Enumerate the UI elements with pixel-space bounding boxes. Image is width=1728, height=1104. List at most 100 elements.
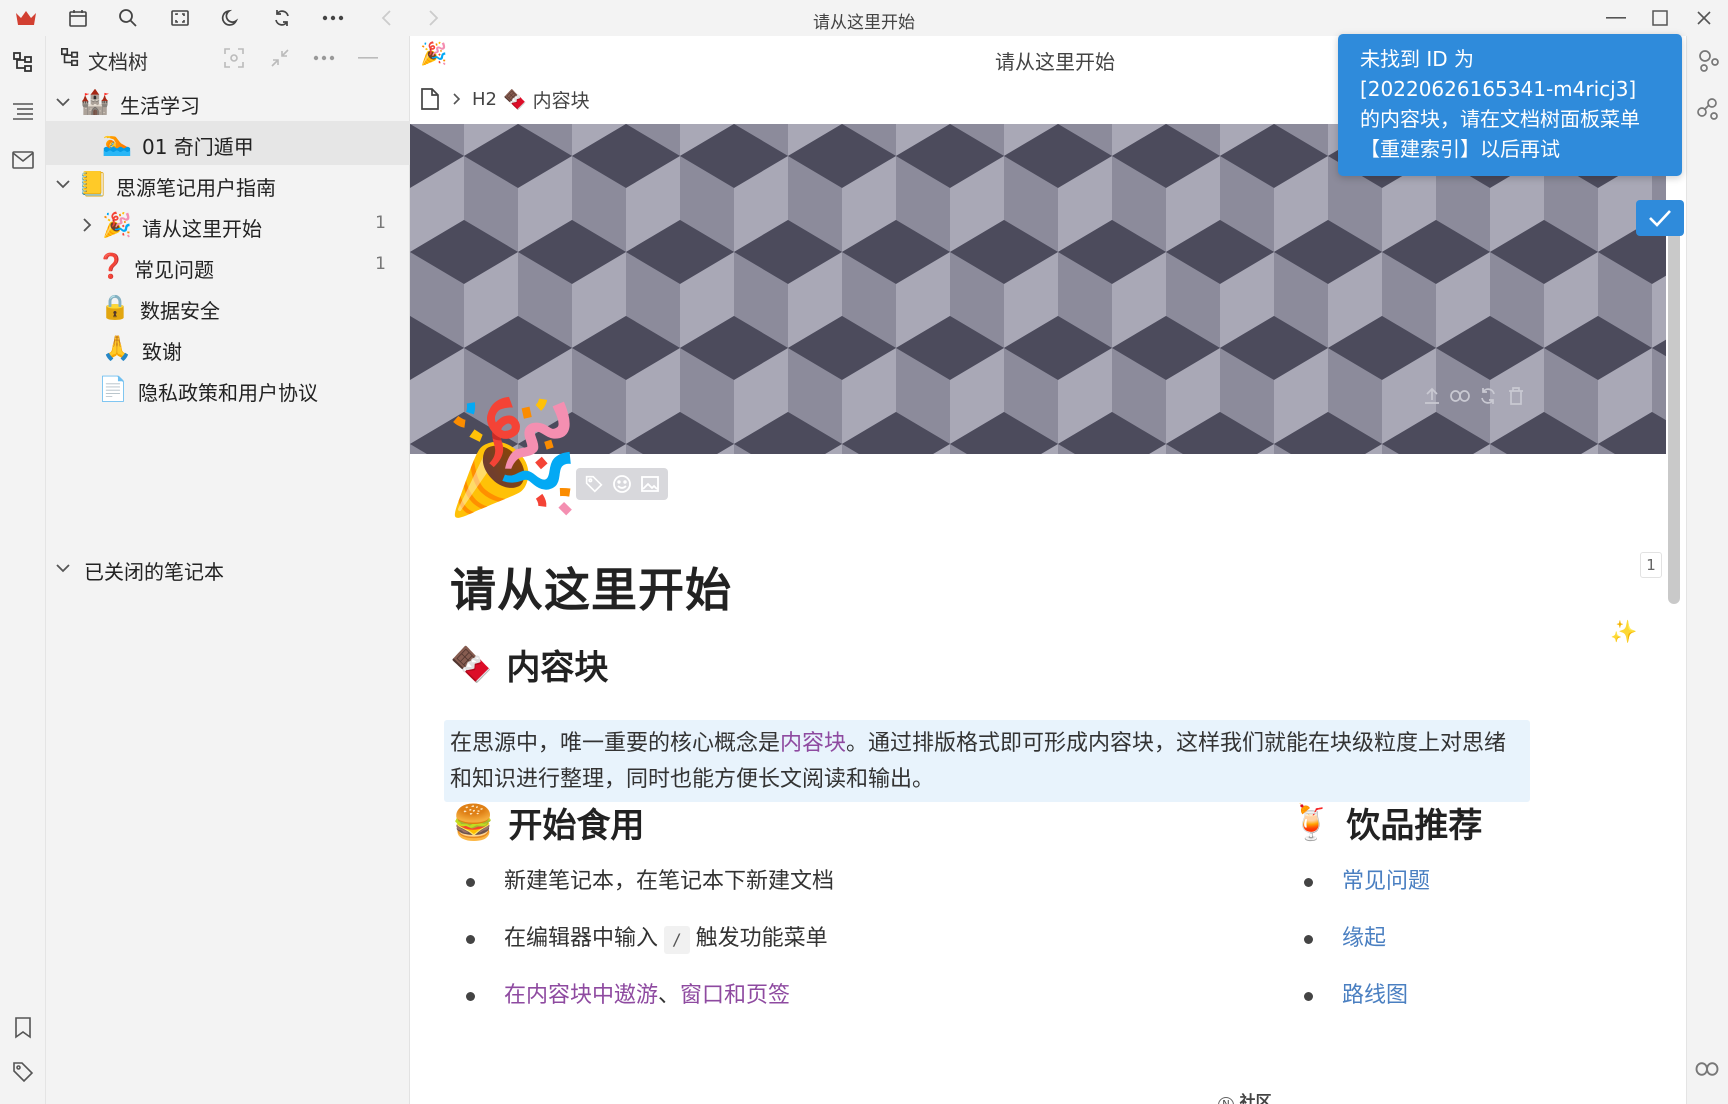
bookmark-icon[interactable]	[11, 1016, 35, 1040]
doc-item[interactable]: 📄 隐私政策和用户协议	[46, 367, 410, 411]
editor-panel: 🎉 请从这里开始 H2 🍫 内容块 🎉 请从这里开始 1 ✨ 🍫 内容块 在思源…	[410, 36, 1686, 1104]
title-bar: 请从这里开始	[0, 0, 1728, 36]
doc-label: 常见问题	[134, 258, 214, 282]
fullscreen-icon[interactable]	[168, 6, 192, 30]
notebook-label: 思源笔记用户指南	[116, 176, 276, 200]
doc-item[interactable]: 🎉 请从这里开始 1	[46, 203, 410, 247]
list-link[interactable]: 常见问题	[1342, 869, 1430, 894]
outline-icon[interactable]	[11, 100, 35, 124]
file-tree-title: 文档树	[88, 50, 148, 74]
doc-item[interactable]: 🔒 数据安全	[46, 285, 410, 329]
close-icon[interactable]	[1692, 6, 1716, 30]
left-dock	[0, 36, 46, 1104]
breadcrumb-block-label[interactable]: 内容块	[533, 86, 590, 113]
back-icon[interactable]	[374, 6, 398, 30]
circle-n-icon: N	[1218, 1097, 1234, 1104]
lock-icon: 🔒	[100, 293, 130, 321]
list-link[interactable]: 缘起	[1342, 926, 1386, 951]
list-item[interactable]: 常见问题	[1292, 862, 1430, 919]
app-logo-icon[interactable]	[14, 6, 38, 30]
pray-icon: 🙏	[102, 334, 132, 362]
party-popper-icon: 🎉	[102, 211, 132, 239]
section-heading-content-block[interactable]: 🍫 内容块	[450, 640, 608, 689]
file-tree-icon[interactable]	[11, 50, 35, 74]
list-link[interactable]: 路线图	[1342, 983, 1408, 1008]
tag-add-icon[interactable]	[582, 472, 606, 496]
check-icon	[1648, 209, 1672, 227]
backlink-count[interactable]: 1	[1640, 552, 1662, 578]
tag-icon[interactable]	[11, 1060, 35, 1084]
collapse-icon[interactable]	[268, 46, 292, 70]
list-item[interactable]: 缘起	[1292, 919, 1430, 976]
link-icon[interactable]	[1448, 384, 1472, 408]
burger-icon: 🍔	[452, 802, 495, 843]
focus-icon[interactable]	[222, 46, 246, 70]
file-icon[interactable]	[420, 87, 440, 111]
global-graph-icon[interactable]	[1695, 96, 1721, 122]
sparkle-icon[interactable]: ✨	[1610, 620, 1637, 645]
error-toast[interactable]: 未找到 ID 为 [20220626165341-m4ricj3] 的内容块，请…	[1338, 34, 1682, 176]
list-item[interactable]: 在编辑器中输入 / 触发功能菜单	[454, 919, 834, 976]
heading-text: 饮品推荐	[1346, 806, 1483, 846]
upload-icon[interactable]	[1420, 384, 1444, 408]
toast-confirm-button[interactable]	[1636, 200, 1684, 236]
random-cover-icon[interactable]	[1476, 384, 1500, 408]
section-heading-drinks[interactable]: 🍹 饮品推荐	[1290, 798, 1482, 847]
partial-heading: N 社区	[1218, 1088, 1272, 1104]
panel-minimize-icon[interactable]	[356, 46, 380, 70]
doc-item[interactable]: ❓ 常见问题 1	[46, 244, 410, 288]
page-icon-actions	[576, 468, 668, 500]
doc-count: 1	[375, 213, 386, 233]
moon-icon[interactable]	[219, 6, 243, 30]
tree-more-icon[interactable]	[312, 46, 336, 70]
sync-icon[interactable]	[270, 6, 294, 30]
para-text: 在思源中，唯一重要的核心概念是	[450, 731, 781, 756]
page-title[interactable]: 请从这里开始	[450, 554, 732, 620]
chevron-down-icon[interactable]	[54, 557, 74, 579]
notebook-item[interactable]: 📒 思源笔记用户指南	[46, 162, 410, 206]
more-icon[interactable]	[321, 6, 345, 30]
maximize-icon[interactable]	[1648, 6, 1672, 30]
content-block-paragraph[interactable]: 在思源中，唯一重要的核心概念是内容块。通过排版格式即可形成内容块，这样我们就能在…	[444, 720, 1530, 802]
castle-icon: 🏰	[80, 88, 110, 116]
breadcrumb: H2 🍫 内容块	[420, 82, 590, 116]
file-tree-panel: 文档树 🏰 生活学习 🏊 01 奇门遁甲 📒 思源笔记用户指南 🎉 请从这里开始…	[46, 36, 410, 1104]
chevron-down-icon[interactable]	[54, 91, 74, 113]
section-heading-start-using[interactable]: 🍔 开始食用	[452, 798, 644, 847]
swimmer-icon: 🏊	[102, 129, 132, 157]
backlink-icon[interactable]	[1695, 1062, 1719, 1076]
image-icon[interactable]	[638, 472, 662, 496]
list-link[interactable]: 窗口和页签	[680, 983, 790, 1008]
list-item[interactable]: 路线图	[1292, 976, 1430, 1033]
file-tree-header: 文档树	[46, 36, 410, 80]
cover-actions	[1414, 380, 1534, 412]
notebook-item[interactable]: 🏰 生活学习	[46, 80, 410, 124]
breadcrumb-heading-tag[interactable]: H2	[472, 89, 497, 110]
window-title: 请从这里开始	[813, 13, 915, 33]
drinks-list: 常见问题 缘起 路线图	[1292, 862, 1430, 1033]
graph-icon[interactable]	[1695, 48, 1721, 74]
scrollbar[interactable]	[1668, 204, 1680, 604]
chevron-down-icon[interactable]	[54, 173, 74, 195]
forward-icon[interactable]	[422, 6, 446, 30]
delete-icon[interactable]	[1504, 384, 1528, 408]
list-item[interactable]: 新建笔记本，在笔记本下新建文档	[454, 862, 834, 919]
doc-item[interactable]: 🏊 01 奇门遁甲	[46, 121, 410, 165]
page-icon[interactable]: 🎉	[444, 392, 581, 522]
search-icon[interactable]	[116, 6, 140, 30]
document-icon: 📄	[98, 375, 128, 403]
chevron-right-icon[interactable]	[78, 214, 98, 236]
inbox-icon[interactable]	[11, 148, 35, 172]
closed-notebooks-item[interactable]: 已关闭的笔记本	[46, 546, 410, 590]
content-block-link[interactable]: 内容块	[780, 731, 846, 756]
file-tree-header-icon	[60, 47, 80, 67]
notebook-label: 生活学习	[120, 94, 200, 118]
doc-label: 隐私政策和用户协议	[138, 381, 318, 405]
minimize-icon[interactable]	[1604, 6, 1628, 30]
emoji-icon[interactable]	[610, 472, 634, 496]
list-item[interactable]: 在内容块中遨游、窗口和页签	[454, 976, 834, 1033]
list-item-text: 触发功能菜单	[695, 926, 828, 951]
list-link[interactable]: 在内容块中遨游	[504, 983, 658, 1008]
doc-item[interactable]: 🙏 致谢	[46, 326, 410, 370]
calendar-icon[interactable]	[66, 6, 90, 30]
